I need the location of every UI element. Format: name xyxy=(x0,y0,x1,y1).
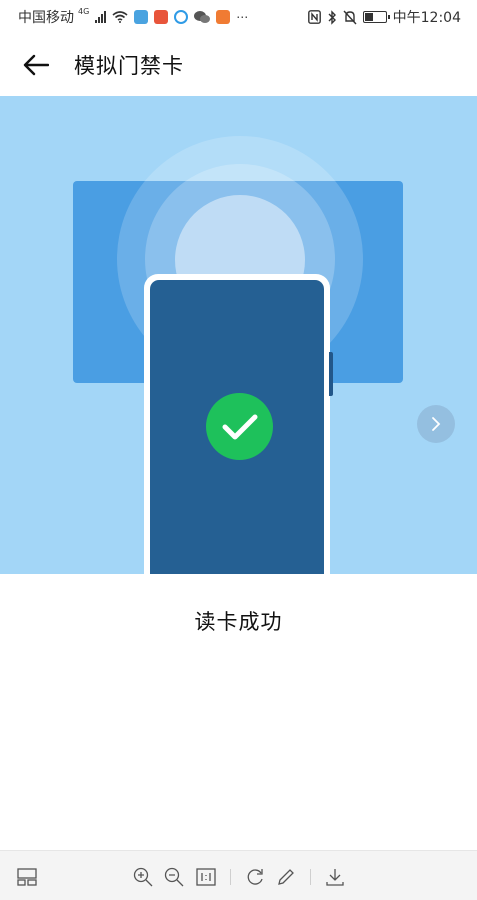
rotate-icon xyxy=(247,869,263,885)
wechat-icon xyxy=(194,11,211,23)
status-bar-right: 中午12:04 xyxy=(307,7,461,27)
checkmark-icon xyxy=(222,414,257,439)
edit-button[interactable] xyxy=(275,866,297,888)
mute-bell-icon xyxy=(343,10,357,24)
wifi-icon xyxy=(112,11,128,23)
actual-size-icon xyxy=(196,868,216,886)
next-button[interactable] xyxy=(417,405,455,443)
gallery-app-icon xyxy=(134,10,149,24)
download-icon xyxy=(326,869,344,886)
status-bar: 中国移动 4G ⋯ 中午12:04 xyxy=(0,0,477,34)
status-bar-left: 中国移动 4G ⋯ xyxy=(18,7,248,27)
browser-app-icon xyxy=(174,10,189,24)
rotate-button[interactable] xyxy=(244,866,266,888)
thumbnail-view-button[interactable] xyxy=(16,866,38,888)
clock: 中午12:04 xyxy=(392,10,461,26)
zoom-out-button[interactable] xyxy=(163,866,185,888)
battery-icon xyxy=(362,11,390,23)
phone-side-button xyxy=(329,352,333,396)
signal-icon xyxy=(95,11,107,23)
app-bar: 模拟门禁卡 xyxy=(0,34,477,96)
zoom-in-button[interactable] xyxy=(132,866,154,888)
thumbnails-icon xyxy=(17,868,37,886)
back-arrow-icon xyxy=(23,54,49,76)
back-button[interactable] xyxy=(20,49,52,81)
zoom-in-icon xyxy=(133,867,153,887)
nfc-illustration xyxy=(0,96,477,574)
news-app-icon xyxy=(154,10,169,24)
toolbar-divider xyxy=(310,869,311,885)
video-app-icon xyxy=(216,10,231,24)
chevron-right-icon xyxy=(432,417,441,431)
zoom-out-icon xyxy=(164,867,184,887)
download-button[interactable] xyxy=(324,866,346,888)
pencil-icon xyxy=(278,869,294,885)
more-notifications-icon: ⋯ xyxy=(236,10,249,24)
page-title: 模拟门禁卡 xyxy=(74,54,184,78)
network-type: 4G xyxy=(78,6,90,16)
toolbar-divider xyxy=(230,869,231,885)
actual-size-button[interactable] xyxy=(195,866,217,888)
success-badge xyxy=(206,393,273,460)
nfc-icon xyxy=(307,10,321,24)
image-viewer-toolbar xyxy=(0,850,477,900)
carrier-name: 中国移动 xyxy=(18,10,74,26)
bluetooth-icon xyxy=(328,9,336,25)
read-result-text: 读卡成功 xyxy=(194,610,283,634)
